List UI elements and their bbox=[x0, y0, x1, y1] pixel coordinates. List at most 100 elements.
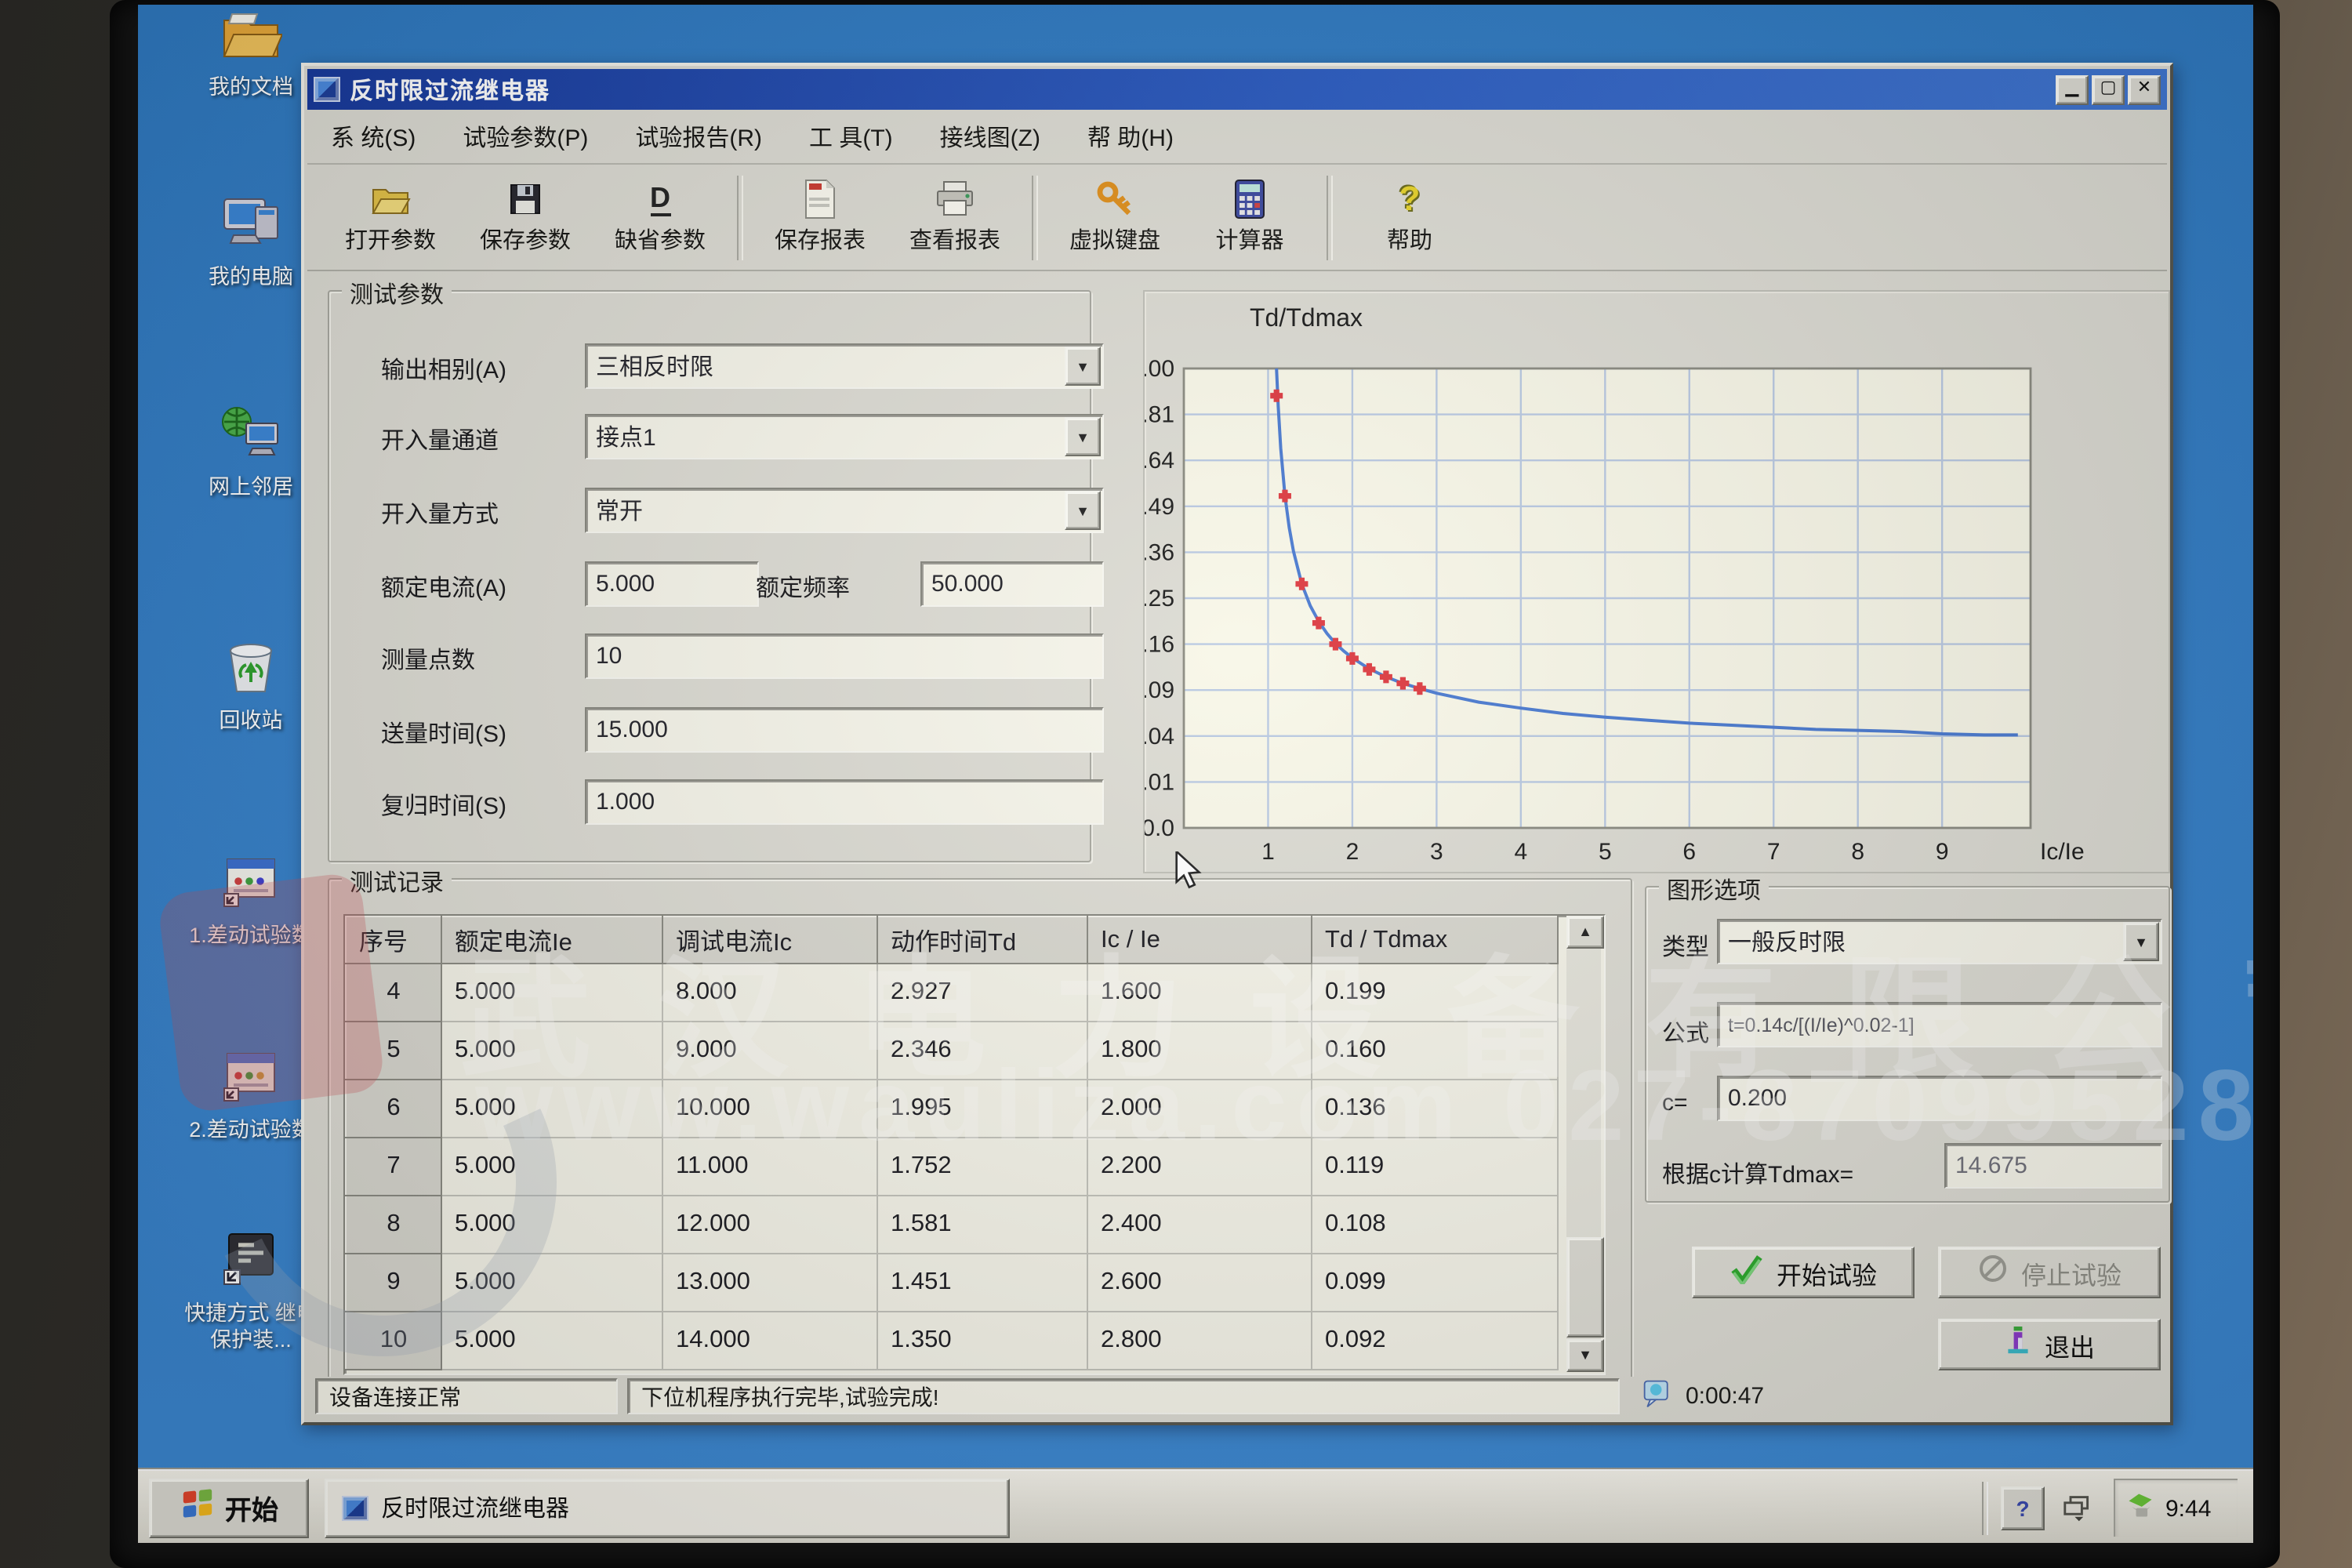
close-button[interactable]: ✕ bbox=[2128, 74, 2161, 104]
start-test-button[interactable]: 开始试验 bbox=[1692, 1247, 1915, 1298]
table-cell: 0.160 bbox=[1312, 1022, 1558, 1080]
open-params-button[interactable]: 打开参数 bbox=[323, 170, 458, 264]
table-cell: 1.752 bbox=[877, 1138, 1087, 1196]
table-cell: 11.000 bbox=[662, 1138, 877, 1196]
table-row[interactable]: 75.00011.0001.7522.2000.119 bbox=[346, 1138, 1558, 1196]
timer-icon bbox=[1642, 1378, 1673, 1414]
menu-item-1[interactable]: 系 统(S) bbox=[307, 120, 439, 153]
table-cell: 13.000 bbox=[662, 1254, 877, 1312]
printer-icon bbox=[935, 179, 975, 220]
table-row[interactable]: 65.00010.0001.9952.0000.136 bbox=[346, 1080, 1558, 1138]
menu-item-4[interactable]: 工 具(T) bbox=[786, 120, 916, 153]
toolbar: 打开参数保存参数D缺省参数保存报表查看报表虚拟键盘计算器 ?帮助 bbox=[307, 165, 2167, 271]
param-input-7[interactable]: 1.000 bbox=[585, 779, 1104, 825]
taskbar-clock: 9:44 bbox=[2165, 1495, 2211, 1522]
row-number-cell: 7 bbox=[346, 1138, 441, 1196]
calculator-button[interactable]: 计算器 bbox=[1182, 170, 1317, 264]
exit-button[interactable]: 退出 bbox=[1938, 1319, 2161, 1370]
graph-options-group-label: 图形选项 bbox=[1659, 873, 1769, 906]
help-tray-icon[interactable]: ? bbox=[2001, 1486, 2045, 1530]
records-scrollbar[interactable]: ▲ ▼ bbox=[1566, 916, 1601, 1370]
rated-frequency-input[interactable]: 50.000 bbox=[920, 561, 1104, 607]
chart-panel: Td/Tdmax1.000.810.640.490.360.250.160.09… bbox=[1143, 290, 2170, 873]
rated-current-input[interactable]: 5.000 bbox=[585, 561, 759, 607]
virtual-keyboard-button[interactable]: 虚拟键盘 bbox=[1047, 170, 1182, 264]
table-cell: 5.000 bbox=[441, 964, 662, 1022]
c-value-input[interactable]: 0.200 bbox=[1717, 1076, 2162, 1121]
my-computer-icon bbox=[218, 194, 284, 259]
param-value: 三相反时限 bbox=[596, 350, 713, 383]
save-params-button[interactable]: 保存参数 bbox=[458, 170, 593, 264]
menu-item-5[interactable]: 接线图(Z) bbox=[916, 120, 1064, 153]
table-row[interactable]: 105.00014.0001.3502.8000.092 bbox=[346, 1312, 1558, 1370]
param-value: 15.000 bbox=[596, 717, 668, 743]
x-axis-label: Ic/Ie bbox=[2040, 839, 2085, 865]
recycle-bin-icon bbox=[221, 638, 281, 702]
menu-item-3[interactable]: 试验报告(R) bbox=[612, 120, 786, 153]
scroll-up-icon[interactable]: ▲ bbox=[1566, 916, 1604, 949]
param-select-1[interactable]: 三相反时限 ▼ bbox=[585, 343, 1104, 389]
table-cell: 0.099 bbox=[1312, 1254, 1558, 1312]
column-header-1[interactable]: 序号 bbox=[346, 916, 441, 964]
help-button[interactable]: ?帮助 bbox=[1342, 170, 1477, 264]
y-tick-label: 0.36 bbox=[1145, 539, 1174, 565]
td-tdmax-chart: Td/Tdmax1.000.810.640.490.360.250.160.09… bbox=[1145, 292, 2169, 872]
y-tick-label: 0.81 bbox=[1145, 402, 1174, 428]
toolbar-separator bbox=[1327, 175, 1333, 260]
chevron-down-icon[interactable]: ▼ bbox=[2123, 922, 2159, 961]
chevron-down-icon[interactable]: ▼ bbox=[1065, 347, 1101, 386]
menu-item-6[interactable]: 帮 助(H) bbox=[1064, 120, 1197, 153]
system-tray[interactable]: 9:44 bbox=[2114, 1479, 2238, 1537]
table-cell: 5.000 bbox=[441, 1254, 662, 1312]
test-timer: 0:00:47 bbox=[1629, 1380, 1777, 1413]
column-header-6[interactable]: Td / Tdmax bbox=[1312, 916, 1558, 964]
tdmax-field: 14.675 bbox=[1944, 1143, 2162, 1189]
taskbar-task-active[interactable]: 反时限过流继电器 bbox=[325, 1478, 1010, 1537]
start-button[interactable]: 开始 bbox=[149, 1478, 309, 1537]
default-params-button[interactable]: D缺省参数 bbox=[593, 170, 728, 264]
column-header-3[interactable]: 调试电流Ic bbox=[662, 916, 877, 964]
maximize-button[interactable]: ▢ bbox=[2092, 74, 2125, 104]
help-label: 帮助 bbox=[1387, 223, 1432, 256]
restore-windows-icon[interactable] bbox=[2057, 1487, 2098, 1528]
table-cell: 2.800 bbox=[1087, 1312, 1312, 1370]
param-label-4: 额定电流(A) bbox=[381, 571, 506, 604]
records-table-frame: 序号额定电流Ie调试电流Ic动作时间TdIc / IeTd / Tdmax45.… bbox=[343, 914, 1606, 1375]
table-row[interactable]: 85.00012.0001.5812.4000.108 bbox=[346, 1196, 1558, 1254]
menu-item-2[interactable]: 试验参数(P) bbox=[439, 120, 612, 153]
param-select-3[interactable]: 常开▼ bbox=[585, 488, 1104, 533]
x-tick-label: 2 bbox=[1346, 839, 1359, 865]
scrollbar-thumb[interactable] bbox=[1566, 1237, 1604, 1338]
title-bar[interactable]: 反时限过流继电器 ▁ ▢ ✕ bbox=[307, 69, 2167, 110]
table-row[interactable]: 45.0008.0002.9271.6000.199 bbox=[346, 964, 1558, 1022]
row-number-cell: 8 bbox=[346, 1196, 441, 1254]
param-label-5: 测量点数 bbox=[381, 643, 475, 676]
param-label-freq: 额定频率 bbox=[756, 571, 850, 604]
graph-options-group: 图形选项 类型 一般反时限 ▼ 公式 t=0.14c/[(I/Ie)^0.02-… bbox=[1645, 886, 2170, 1203]
chevron-down-icon[interactable]: ▼ bbox=[1065, 417, 1101, 456]
minimize-button[interactable]: ▁ bbox=[2056, 74, 2089, 104]
table-row[interactable]: 95.00013.0001.4512.6000.099 bbox=[346, 1254, 1558, 1312]
column-header-2[interactable]: 额定电流Ie bbox=[441, 916, 662, 964]
column-header-4[interactable]: 动作时间Td bbox=[877, 916, 1087, 964]
x-tick-label: 6 bbox=[1682, 839, 1696, 865]
virtual-keyboard-label: 虚拟键盘 bbox=[1069, 223, 1160, 256]
chevron-down-icon[interactable]: ▼ bbox=[1065, 491, 1101, 530]
y-tick-label: 0.09 bbox=[1145, 677, 1174, 703]
param-select-2[interactable]: 接点1▼ bbox=[585, 414, 1104, 459]
table-cell: 12.000 bbox=[662, 1196, 877, 1254]
stop-test-button: 停止试验 bbox=[1938, 1247, 2161, 1298]
curve-type-select[interactable]: 一般反时限 ▼ bbox=[1717, 919, 2162, 964]
scroll-down-icon[interactable]: ▼ bbox=[1566, 1339, 1604, 1372]
row-number-cell: 5 bbox=[346, 1022, 441, 1080]
task-app-icon bbox=[342, 1495, 368, 1520]
table-row[interactable]: 55.0009.0002.3461.8000.160 bbox=[346, 1022, 1558, 1080]
view-report-button[interactable]: 查看报表 bbox=[887, 170, 1022, 264]
param-label-6: 送量时间(S) bbox=[381, 717, 506, 750]
save-report-button[interactable]: 保存报表 bbox=[753, 170, 887, 264]
param-input-6[interactable]: 15.000 bbox=[585, 707, 1104, 753]
test-params-group-label: 测试参数 bbox=[342, 278, 452, 310]
tdmax-label: 根据c计算Tdmax= bbox=[1662, 1157, 1853, 1190]
column-header-5[interactable]: Ic / Ie bbox=[1087, 916, 1312, 964]
param-input-5[interactable]: 10 bbox=[585, 633, 1104, 679]
